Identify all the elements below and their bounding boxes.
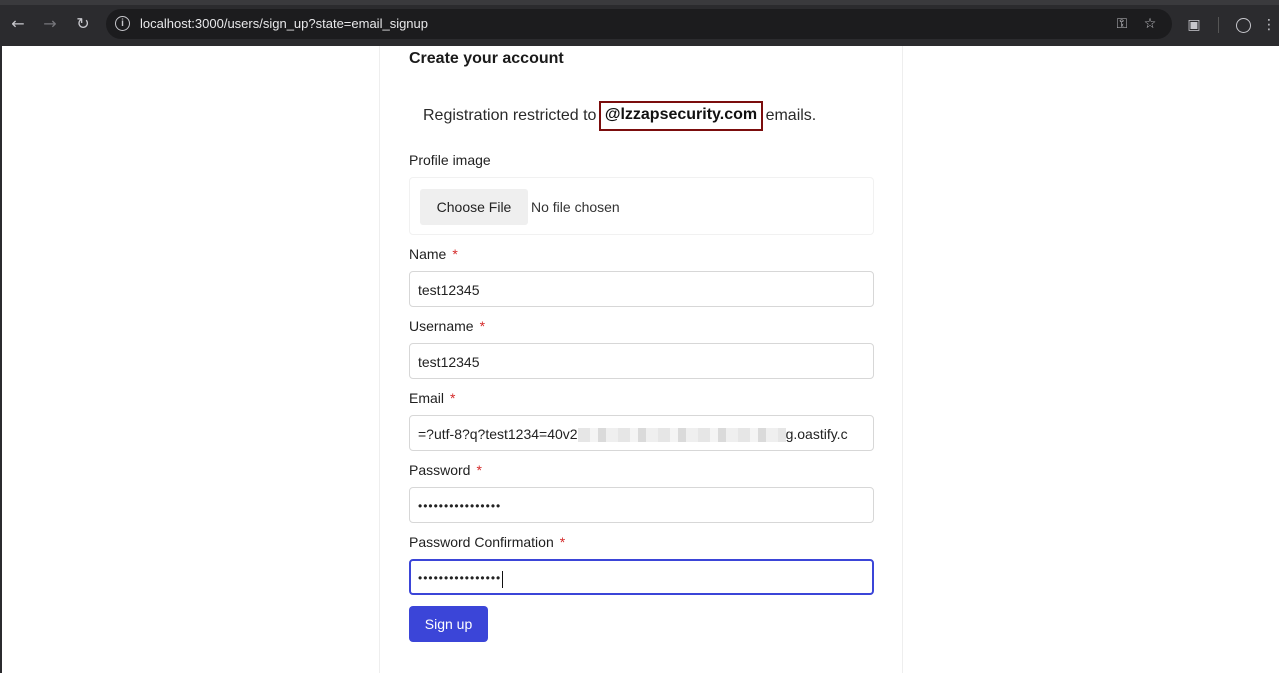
profile-icon[interactable] (1232, 14, 1254, 36)
forward-arrow-icon[interactable]: → (38, 11, 62, 35)
password-input[interactable]: •••••••••••••••• (409, 487, 874, 523)
profile-image-input[interactable]: Choose File No file chosen (409, 177, 874, 235)
password-key-icon[interactable]: ⚿ (1112, 14, 1132, 34)
email-label: Email * (409, 390, 455, 406)
name-label: Name * (409, 246, 458, 262)
name-label-text: Name (409, 246, 447, 262)
page-title: Create your account (409, 50, 564, 67)
password-confirmation-input[interactable]: •••••••••••••••• (409, 559, 874, 595)
bookmark-star-icon[interactable]: ☆ (1140, 14, 1160, 34)
email-label-text: Email (409, 390, 445, 406)
password-confirmation-label: Password Confirmation * (409, 534, 565, 550)
name-input[interactable]: test12345 (409, 271, 874, 307)
email-value-end: g.oastify.c (785, 426, 848, 442)
window-edge (0, 46, 2, 673)
file-status: No file chosen (531, 199, 620, 215)
required-marker: * (476, 462, 482, 478)
reload-icon[interactable]: ↻ (71, 11, 95, 35)
username-label-text: Username (409, 318, 474, 334)
menu-icon[interactable]: ⋮ (1262, 14, 1276, 36)
email-input[interactable]: =?utf-8?q?test1234=40v2 g.oastify.c (409, 415, 874, 451)
url-text[interactable]: localhost:3000/users/sign_up?state=email… (140, 16, 428, 31)
restricted-domain: @lzzapsecurity.com (598, 101, 764, 131)
text-caret (502, 570, 504, 588)
password-confirmation-dots: •••••••••••••••• (418, 571, 502, 585)
reading-mode-icon[interactable]: ▣ (1183, 14, 1205, 36)
required-marker: * (479, 318, 486, 334)
signup-card: Create your account Registration restric… (379, 46, 903, 673)
required-marker: * (452, 246, 458, 262)
username-input[interactable]: test12345 (409, 343, 874, 379)
restriction-suffix: emails. (765, 107, 817, 124)
password-confirmation-label-text: Password Confirmation (409, 534, 554, 550)
redacted-area (577, 428, 786, 443)
sign-up-button[interactable]: Sign up (409, 606, 488, 642)
restriction-prefix: Registration restricted to (423, 107, 597, 124)
username-label: Username * (409, 318, 485, 334)
password-dots: •••••••••••••••• (418, 499, 502, 513)
choose-file-button[interactable]: Choose File (420, 189, 528, 225)
toolbar-divider (1218, 17, 1219, 33)
required-marker: * (559, 534, 566, 550)
password-label: Password * (409, 462, 482, 478)
site-info-icon[interactable]: i (115, 16, 130, 31)
back-arrow-icon[interactable]: ← (6, 11, 30, 35)
required-marker: * (450, 390, 456, 406)
password-label-text: Password (409, 462, 471, 478)
address-bar[interactable]: i localhost:3000/users/sign_up?state=ema… (106, 9, 1172, 39)
email-value-start: =?utf-8?q?test1234=40v2 (418, 426, 578, 442)
profile-image-label: Profile image (409, 152, 491, 168)
registration-restriction-notice: Registration restricted to @lzzapsecurit… (423, 101, 817, 132)
browser-toolbar: ← → ↻ i localhost:3000/users/sign_up?sta… (0, 0, 1279, 46)
